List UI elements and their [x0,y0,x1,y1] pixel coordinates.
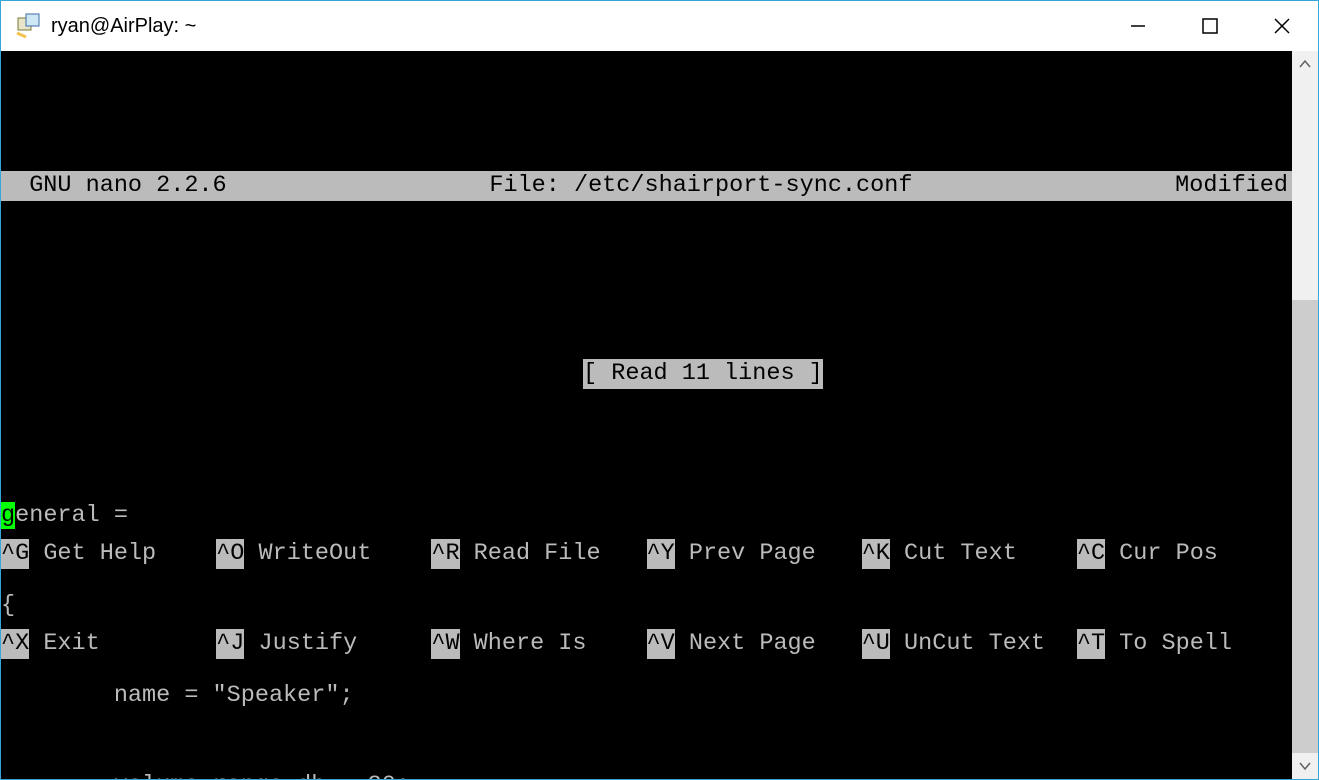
maximize-button[interactable] [1174,1,1246,51]
shortcut-key: ^W [431,629,459,659]
shortcut-key: ^U [862,629,890,659]
scroll-up-button[interactable] [1292,51,1318,77]
window-titlebar: ryan@AirPlay: ~ [1,1,1318,51]
status-row: [ Read 11 lines ] [1,329,1292,419]
shortcut-label: Cur Pos [1105,539,1218,569]
scroll-track[interactable] [1292,77,1318,753]
shortcut-label: Justify [244,629,357,659]
shortcut-item: ^R Read File [431,539,646,569]
nano-app-name: GNU nano 2.2.6 [1,171,227,201]
nano-file-label: File: /etc/shairport-sync.conf [227,171,1176,201]
shortcut-label: To Spell [1105,629,1232,659]
scrollbar[interactable] [1292,51,1318,779]
window-title: ryan@AirPlay: ~ [51,15,1102,38]
shortcut-item: ^G Get Help [1,539,216,569]
shortcut-label: Where Is [460,629,587,659]
shortcut-label: Exit [29,629,100,659]
close-button[interactable] [1246,1,1318,51]
scroll-down-button[interactable] [1292,753,1318,779]
shortcut-label: Get Help [29,539,156,569]
shortcut-item: ^V Next Page [647,629,862,659]
nano-header: GNU nano 2.2.6 File: /etc/shairport-sync… [1,171,1292,201]
shortcut-key: ^K [862,539,890,569]
client-area: GNU nano 2.2.6 File: /etc/shairport-sync… [1,51,1318,779]
app-icon [15,12,43,40]
shortcut-label: WriteOut [244,539,371,569]
shortcut-key: ^Y [647,539,675,569]
shortcut-key: ^R [431,539,459,569]
scroll-thumb[interactable] [1292,300,1318,753]
shortcut-item: ^J Justify [216,629,431,659]
shortcut-key: ^J [216,629,244,659]
shortcut-item: ^C Cur Pos [1077,539,1292,569]
shortcut-item: ^K Cut Text [862,539,1077,569]
shortcut-key: ^X [1,629,29,659]
window-controls [1102,1,1318,51]
shortcut-label: Read File [460,539,601,569]
minimize-button[interactable] [1102,1,1174,51]
shortcut-item: ^T To Spell [1077,629,1292,659]
shortcut-item: ^Y Prev Page [647,539,862,569]
shortcut-key: ^V [647,629,675,659]
nano-modified: Modified [1175,171,1292,201]
shortcut-item: ^U UnCut Text [862,629,1077,659]
shortcut-bar: ^G Get Help^O WriteOut^R Read File^Y Pre… [1,479,1292,719]
shortcut-key: ^O [216,539,244,569]
shortcut-item: ^O WriteOut [216,539,431,569]
shortcut-label: UnCut Text [890,629,1045,659]
terminal[interactable]: GNU nano 2.2.6 File: /etc/shairport-sync… [1,51,1292,779]
shortcut-item: ^X Exit [1,629,216,659]
shortcut-label: Next Page [675,629,816,659]
shortcut-key: ^G [1,539,29,569]
shortcut-item: ^W Where Is [431,629,646,659]
shortcut-key: ^C [1077,539,1105,569]
status-message: [ Read 11 lines ] [583,359,823,389]
shortcut-key: ^T [1077,629,1105,659]
shortcut-label: Prev Page [675,539,816,569]
shortcut-label: Cut Text [890,539,1017,569]
